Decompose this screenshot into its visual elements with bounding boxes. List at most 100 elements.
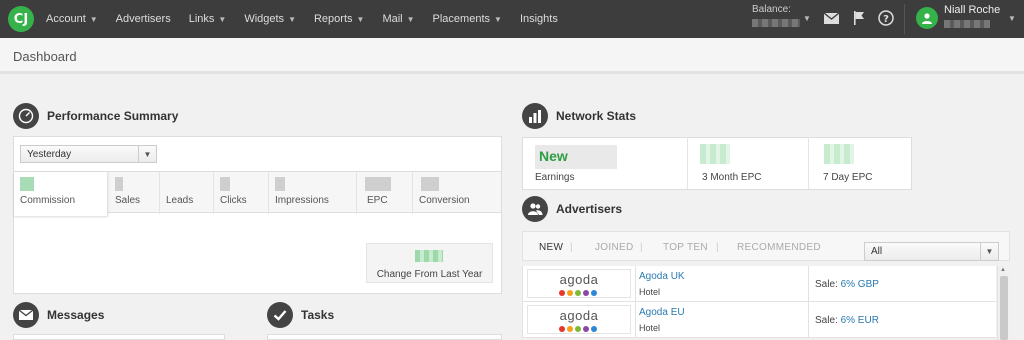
advertiser-name-link[interactable]: Agoda UK [639,271,685,282]
nav-insights[interactable]: Insights [520,13,558,25]
advertisers-title: Advertisers [556,202,623,216]
nav-insights-label: Insights [519,13,558,25]
nav-advertisers[interactable]: Advertisers [116,13,171,25]
tab-epc[interactable]: EPC [357,172,413,214]
earnings-value: New [535,145,617,169]
nav-links-label: Links [188,13,215,25]
help-icon[interactable]: ? [877,9,895,27]
earnings-label: Earnings [535,172,575,183]
balance-value-redacted [752,19,800,27]
sales-value-redacted [115,177,123,191]
tab-clicks[interactable]: Clicks [214,172,269,214]
sale-value: 6% GBP [840,279,879,290]
chevron-down-icon: ▼ [218,14,227,24]
nav-placements[interactable]: Placements ▼ [433,13,502,25]
advertisers-heading: Advertisers [522,196,622,222]
nav-links[interactable]: Links ▼ [189,13,227,25]
column-divider [808,302,809,338]
messages-title: Messages [47,308,105,322]
epc3-label: 3 Month EPC [702,172,762,183]
users-icon [522,196,548,222]
table-row[interactable]: agoda Agoda EU Hotel Sale: 6% EUR [522,302,996,338]
commission-value-redacted [20,177,34,191]
page-header: Dashboard [0,38,1024,74]
user-icon[interactable] [916,7,938,29]
tab-sales[interactable]: Sales [109,172,160,214]
table-row[interactable]: agoda Agoda UK Hotel Sale: 6% GBP [522,266,996,302]
chevron-down-icon: ▼ [89,14,98,24]
chevron-down-icon: ▼ [980,243,998,260]
user-name[interactable]: Niall Roche [944,4,1000,16]
chevron-down-icon: ▼ [138,146,156,162]
tab-separator: | [716,242,719,253]
nav-widgets-label: Widgets [244,13,285,25]
cj-logo[interactable]: CJ [8,6,34,32]
balance-dropdown-icon[interactable]: ▼ [803,14,811,23]
user-menu-chevron-icon[interactable]: ▼ [1008,14,1016,23]
scroll-up-arrow-icon[interactable]: ▲ [1000,267,1006,273]
advertiser-sale: Sale: 6% EUR [815,315,879,326]
speedometer-icon [13,103,39,129]
advertiser-name-link[interactable]: Agoda EU [639,307,685,318]
tab-label: EPC [367,195,388,206]
nav-mail[interactable]: Mail ▼ [382,13,414,25]
tab-joined[interactable]: JOINED [595,242,633,253]
network-stats-title: Network Stats [556,109,637,123]
change-from-last-year: Change From Last Year [366,243,493,283]
nav-placements-label: Placements [432,13,491,25]
epc-value-redacted [365,177,391,191]
tab-label: Clicks [220,195,247,206]
messages-heading: Messages [13,302,104,328]
sale-label: Sale: [815,279,838,290]
period-select-value: Yesterday [27,149,72,160]
nav-reports[interactable]: Reports ▼ [314,13,364,25]
network-stats-heading: Network Stats [522,103,636,129]
logo-dot [591,326,597,332]
tab-label: Leads [166,195,194,206]
chevron-down-icon: ▼ [288,14,296,24]
agoda-logo-dots [559,326,597,332]
advertiser-filter-value: All [871,246,883,257]
period-select[interactable]: Yesterday ▼ [20,145,157,163]
advertisers-scrollbar[interactable]: ▲ [997,266,1010,340]
performance-summary-heading: Performance Summary [13,103,178,129]
clicks-value-redacted [220,177,230,191]
logo-dot [567,290,573,296]
nav-advertisers-label: Advertisers [115,13,171,25]
scrollbar-thumb[interactable] [1000,276,1008,340]
tab-recommended[interactable]: RECOMMENDED [737,242,821,253]
logo-dot [583,290,589,296]
tab-separator: | [640,242,643,253]
column-divider [635,302,636,338]
logo-dot [567,326,573,332]
envelope-icon[interactable] [822,9,840,27]
logo-dot [575,326,581,332]
epc3-stat: 3 Month EPC [688,137,809,189]
nav-account[interactable]: Account ▼ [46,13,98,25]
tab-conversion[interactable]: Conversion [413,172,501,214]
agoda-logo-text: agoda [559,308,599,323]
tab-label: Commission [20,195,76,206]
agoda-logo: agoda [527,305,631,334]
balance-label: Balance: [752,4,791,15]
impressions-value-redacted [275,177,285,191]
epc7-stat: 7 Day EPC [809,137,912,189]
advertiser-category: Hotel [639,323,661,333]
tab-separator: | [570,242,573,253]
tab-commission[interactable]: Commission [14,172,108,216]
tab-leads[interactable]: Leads [160,172,214,214]
performance-tabs: Commission Sales Leads Clicks Impression… [14,171,501,216]
epc3-value-redacted [700,144,730,164]
change-label: Change From Last Year [376,269,483,280]
flag-icon[interactable] [850,9,868,27]
nav-widgets[interactable]: Widgets ▼ [244,13,296,25]
tab-top-ten[interactable]: TOP TEN [663,242,708,253]
envelope-icon [13,302,39,328]
tab-impressions[interactable]: Impressions [269,172,357,214]
tab-label: Conversion [419,195,470,206]
tab-new[interactable]: NEW [539,242,563,253]
advertiser-filter-select[interactable]: All ▼ [864,242,999,261]
nav-divider [904,4,905,34]
checkmark-icon [267,302,293,328]
agoda-logo: agoda [527,269,631,298]
